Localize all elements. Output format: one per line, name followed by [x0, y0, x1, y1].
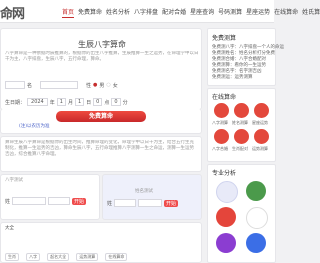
test-card-right-title: 姓名测试	[135, 189, 153, 194]
hot-label-1: 八字测算	[212, 120, 228, 125]
sidebar-more-section: 专业分析	[207, 164, 276, 263]
sidebar: 免费测算 免费测八字：八字排盘一个人的命运 免费测姓名：姓名分析打分免费 免费测…	[207, 28, 284, 263]
hot-label-6: 运势测算	[252, 146, 268, 151]
sidebar-free-title: 免费测算	[212, 35, 237, 42]
calendar-note: (注)以农历为准	[19, 124, 50, 129]
more-icon-6[interactable]	[246, 233, 266, 253]
month-select[interactable]: 1	[56, 98, 66, 106]
more-icon-3[interactable]	[216, 207, 236, 227]
nav-item-bazi[interactable]: 八字排盘	[134, 7, 158, 18]
sidebar-free-section: 免费测算 免费测八字：八字排盘一个人的命运 免费测姓名：姓名分析打分免费 免费测…	[207, 28, 284, 86]
test-card-left-input[interactable]	[12, 197, 47, 205]
test-card-left-title: 八字测试	[5, 178, 23, 183]
minute-unit: 分	[122, 99, 128, 106]
bottom-title: 大全	[5, 226, 14, 231]
hot-icon-4[interactable]	[214, 129, 229, 144]
form-submit-area: (注)以农历为准 免费算命	[0, 109, 202, 134]
bottom-tag[interactable]: 生肖	[5, 253, 19, 261]
test-card-left-button[interactable]: 开始	[72, 197, 87, 205]
gender-male-label: 男	[99, 82, 105, 89]
description-card: 算命生辰八字算命是根据你的出生时间，推算命理的变化，命理学中以日干为主，结合五行…	[0, 136, 202, 172]
day-unit: 日	[86, 99, 92, 106]
hot-label-3: 星座运势	[252, 120, 268, 125]
test-card-right-label: 姓	[107, 200, 113, 207]
test-card-left-row: 姓 开始	[5, 197, 87, 205]
hot-icon-1[interactable]	[214, 103, 229, 118]
nav-items: 首页 免费算命 姓名分析 八字排盘 配对合婚 星座查询 号码测算 星座运势 在线…	[62, 7, 320, 18]
sidebar-hot-section: 在线算命 八字测算 姓名测算 星座运势 八字合婚 生肖配对 运势测算	[207, 88, 276, 162]
gender-male-radio[interactable]: ●	[93, 82, 97, 88]
sidebar-free-item[interactable]: 免费测运：运势测算	[212, 74, 253, 80]
hour-unit: 点	[104, 99, 110, 106]
test-card-right-input2[interactable]	[138, 199, 163, 207]
test-card-left-label: 姓	[5, 198, 11, 205]
more-icon-5[interactable]	[216, 233, 236, 253]
bottom-tag[interactable]: 在线算命	[105, 253, 128, 261]
hot-label-2: 姓名测算	[232, 120, 248, 125]
bottom-tag[interactable]: 八字	[26, 253, 41, 261]
nav-item-name[interactable]: 姓名分析	[106, 7, 130, 18]
nav-item-home[interactable]: 首页	[62, 7, 75, 18]
gender-female-radio[interactable]: ○	[106, 82, 110, 88]
surname-label: 名	[27, 82, 33, 89]
hot-icon-5[interactable]	[234, 129, 249, 144]
form-intro: 八字算命是一种依据时辰推算的，根据你的出生八字推算，生辰推算一生之运势，在命理学…	[5, 51, 199, 62]
nav-item-match[interactable]: 配对合婚	[162, 7, 186, 18]
nav-item-star[interactable]: 星座查询	[190, 7, 214, 18]
gender-female-label: 女	[112, 82, 118, 89]
test-card-right-button[interactable]: 开始	[164, 199, 179, 207]
bazi-form-card: 生辰八字算命 八字算命是一种依据时辰推算的，根据你的出生八字推算，生辰推算一生之…	[0, 28, 202, 110]
minute-select[interactable]: 0	[111, 98, 121, 106]
hot-label-5: 生肖配对	[232, 146, 248, 151]
test-card-right-input[interactable]	[114, 199, 137, 207]
hot-icon-6[interactable]	[254, 129, 269, 144]
top-nav: 命网 首页 免费算命 姓名分析 八字排盘 配对合婚 星座查询 号码测算 星座运势…	[0, 0, 320, 23]
more-icon-4[interactable]	[246, 207, 268, 229]
month-unit: 月	[67, 99, 73, 106]
given-name-input[interactable]	[40, 81, 79, 89]
nav-item-luck[interactable]: 星座运势	[246, 7, 270, 18]
nav-item-online[interactable]: 在线算命	[274, 7, 298, 18]
more-icon-1[interactable]	[216, 181, 238, 203]
description-text: 算命生辰八字算命是根据你的出生时间，推算命理的变化，命理学中以日干为主，结合五行…	[5, 140, 194, 157]
sidebar-hot-title: 在线算命	[212, 94, 237, 101]
day-select[interactable]: 1	[74, 98, 85, 106]
main-content: 生辰八字算命 八字算命是一种依据时辰推算的，根据你的出生八字推算，生辰推算一生之…	[0, 28, 202, 263]
hot-icon-3[interactable]	[254, 103, 269, 118]
test-card-right: 姓名测试 姓 开始	[102, 174, 202, 220]
test-card-left-input2[interactable]	[48, 197, 71, 205]
dob-label: 生日期：	[5, 99, 26, 106]
dob-row: 生日期： 2024 年 1 月 1 日 0 点 0 分	[5, 98, 128, 106]
hour-select[interactable]: 0	[93, 98, 103, 106]
site-logo[interactable]: 命网	[0, 3, 25, 22]
year-unit: 年	[49, 99, 55, 106]
bottom-tags: 生肖 八字 起名大全 运势测算 在线算命	[5, 243, 129, 262]
name-row: 名 性 ● 男 ○ 女	[5, 81, 118, 89]
bottom-tag[interactable]: 运势测算	[76, 253, 99, 261]
year-select[interactable]: 2024	[27, 98, 48, 106]
bottom-section: 大全 生肖 八字 起名大全 运势测算 在线算命	[0, 222, 202, 263]
hot-icon-2[interactable]	[234, 103, 249, 118]
form-title: 生辰八字算命	[78, 40, 126, 49]
bottom-tag[interactable]: 起名大全	[47, 253, 70, 261]
nav-item-free[interactable]: 免费算命	[78, 7, 102, 18]
test-card-right-row: 姓 开始	[107, 199, 179, 207]
test-card-left: 八字测试 姓 开始	[0, 174, 100, 220]
hot-label-4: 八字合婚	[212, 146, 228, 151]
free-reading-button[interactable]: 免费算命	[56, 111, 146, 122]
more-icon-2[interactable]	[246, 181, 266, 201]
surname-input[interactable]	[5, 81, 25, 89]
nav-item-number[interactable]: 号码测算	[218, 7, 242, 18]
sidebar-more-title: 专业分析	[212, 170, 237, 177]
gender-label: 性	[86, 82, 92, 89]
nav-item-surname[interactable]: 姓氏算命	[302, 7, 320, 18]
